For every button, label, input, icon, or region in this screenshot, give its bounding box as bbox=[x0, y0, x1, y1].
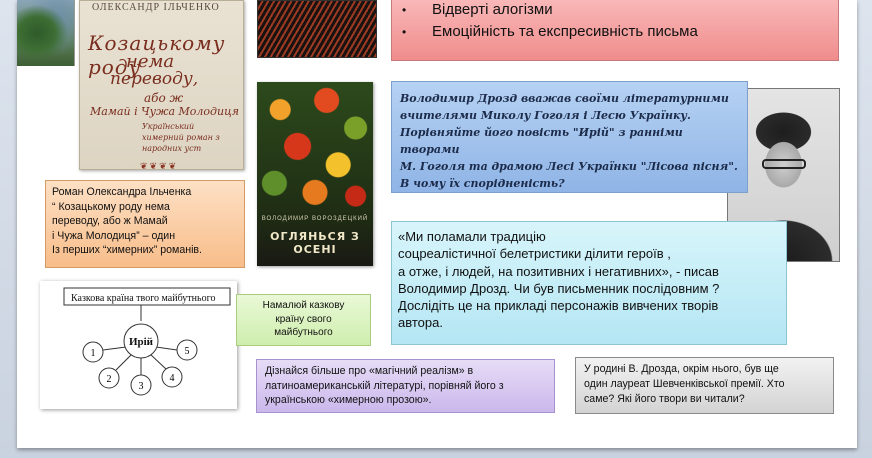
bullet-text: Емоційність та експресивність письма bbox=[432, 23, 698, 40]
book-cover-kozatskomu-rodu: ОЛЕКСАНДР ІЛЬЧЕНКО Козацькому роду нема … bbox=[79, 0, 244, 170]
green-line: майбутнього bbox=[274, 327, 333, 338]
caption-line: “ Козацькому роду нема bbox=[52, 200, 170, 213]
draw-fairy-country-box[interactable]: Намалюй казкову країну свого майбутнього bbox=[236, 294, 371, 346]
task-line: М. Гоголя та драмою Лесі Українки "Лісов… bbox=[400, 160, 738, 173]
book2-title: ОГЛЯНЬСЯ З ОСЕНІ bbox=[270, 230, 360, 256]
node-4-label: 4 bbox=[170, 373, 175, 384]
green-line: країну свого bbox=[275, 313, 332, 325]
book1-ornament: ❦❦❦❦ bbox=[140, 161, 179, 170]
quote-line: соцреалістичної белетристики ділити геро… bbox=[398, 246, 671, 262]
gray-line: саме? Які його твори ви читали? bbox=[584, 393, 745, 405]
node-1-label: 1 bbox=[91, 348, 96, 359]
purple-line: латиноамериканській літературі, порівняй… bbox=[265, 379, 504, 392]
book1-title-line: Мамай і Чужа Молодиця bbox=[90, 105, 240, 118]
bullet-list: • Відверті алогізми • Емоційність та експр… bbox=[402, 0, 838, 43]
book1-subtitle: Український химерний роман з народних ус… bbox=[142, 122, 220, 153]
arrow-to-node-2 bbox=[115, 353, 133, 371]
quote-line: Дослідіть це на прикладі персонажів вивч… bbox=[398, 298, 719, 314]
caption-line: і Чужа Молодиця” – один bbox=[52, 229, 176, 242]
task-line: вчителями Миколу Гоголя і Лесю Українку. bbox=[400, 109, 691, 122]
task-line: Порівняйте його повість "Ирій" з ранніми… bbox=[400, 126, 683, 156]
task-line: В чому їх спорідненість? bbox=[400, 177, 565, 190]
bullet-icon: • bbox=[402, 3, 407, 17]
arrow-to-node-4 bbox=[149, 353, 167, 370]
quote-line: автора. bbox=[398, 315, 443, 331]
book1-author: ОЛЕКСАНДР ІЛЬЧЕНКО bbox=[92, 2, 220, 13]
gray-line: У родині В. Дрозда, окрім нього, був ще bbox=[584, 363, 779, 375]
bullet-text: Відверті алогізми bbox=[432, 1, 553, 18]
quote-line: а отже, і людей, на позитивних і негатив… bbox=[398, 263, 719, 279]
task-line: Володимир Дрозд вважав своїми літературн… bbox=[400, 92, 729, 105]
features-bullet-box[interactable]: • Відверті алогізми • Емоційність та експр… bbox=[391, 0, 839, 61]
green-line: Намалюй казкову bbox=[262, 300, 345, 311]
quote-line: «Ми поламали традицію bbox=[398, 229, 546, 244]
gogol-lesya-task-box[interactable]: Володимир Дрозд вважав своїми літературн… bbox=[391, 81, 748, 193]
fairy-country-diagram[interactable]: Казкова країна твого майбутнього Ирій 1 … bbox=[40, 281, 237, 409]
caption-line: Роман Олександра Ільченка bbox=[52, 186, 192, 198]
quote-line: Володимир Дрозд. Чи був письменник послі… bbox=[398, 280, 720, 296]
book1-title-line: переводу, bbox=[110, 69, 199, 89]
book2-author: ВОЛОДИМИР ВОРОЗДЕЦКИЙ bbox=[261, 216, 369, 222]
arrow-to-node-1 bbox=[102, 346, 127, 351]
node-5-label: 5 bbox=[185, 346, 190, 357]
caption-line: Із перших “химерних” романів. bbox=[52, 244, 202, 256]
magic-realism-task-box[interactable]: Дізнайся більше про «магічний реалізм» в… bbox=[256, 359, 555, 413]
book1-title-line: або ж bbox=[144, 91, 184, 105]
ilchenko-novel-caption-box[interactable]: Роман Олександра Ільченка “ Козацькому р… bbox=[45, 180, 245, 268]
purple-line: Дізнайся більше про «магічний реалізм» в bbox=[265, 365, 474, 377]
diagram-svg: Казкова країна твого майбутнього Ирій 1 … bbox=[63, 287, 231, 396]
arrow-to-node-5 bbox=[155, 346, 178, 351]
node-3-label: 3 bbox=[139, 381, 144, 392]
shevchenko-prize-question-box[interactable]: У родині В. Дрозда, окрім нього, був ще … bbox=[575, 357, 834, 414]
bullet-item: • Емоційність та експресивність письма bbox=[402, 21, 838, 43]
gray-line: один лауреат Шевченківської премії. Хто bbox=[584, 378, 785, 390]
bullet-item: • Відверті алогізми bbox=[402, 0, 838, 21]
drozd-quote-box[interactable]: «Ми поламали традицію соцреалістичної бе… bbox=[391, 221, 787, 345]
caption-line: переводу, або ж Мамай bbox=[52, 215, 168, 227]
diagram-title: Казкова країна твого майбутнього bbox=[71, 293, 215, 304]
glasses-shape bbox=[762, 159, 806, 169]
woodcut-illustration bbox=[257, 0, 377, 58]
center-node-label: Ирій bbox=[129, 336, 154, 348]
book-cover-oglyansya-z-oseni: ВОЛОДИМИР ВОРОЗДЕЦКИЙ ОГЛЯНЬСЯ З ОСЕНІ bbox=[257, 82, 373, 266]
node-2-label: 2 bbox=[107, 374, 112, 385]
purple-line: українською «химерною прозою». bbox=[265, 394, 432, 407]
bullet-icon: • bbox=[402, 25, 407, 39]
landscape-picture bbox=[17, 0, 75, 66]
